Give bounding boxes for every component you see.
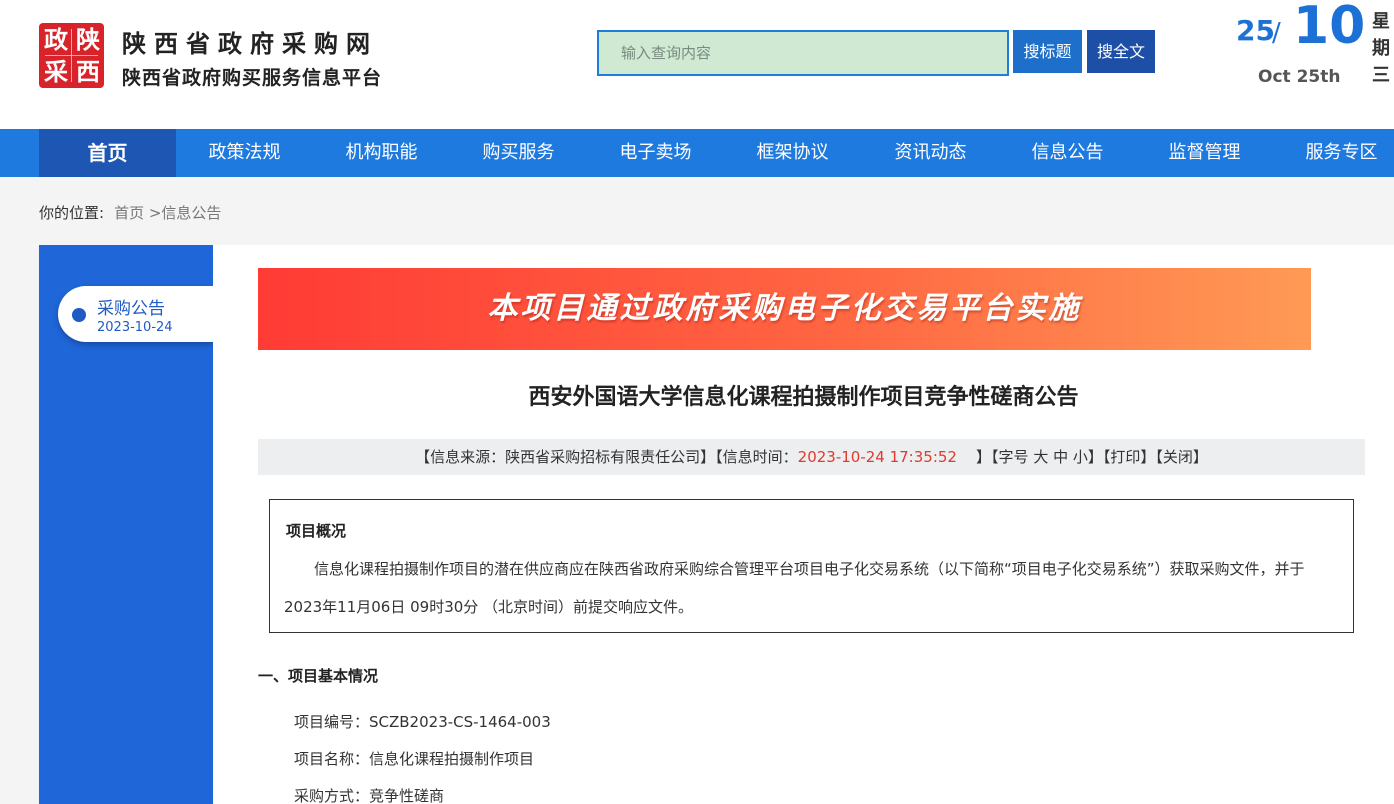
search-input[interactable] — [599, 32, 1007, 74]
meta-time: 2023-10-24 17:35:52 — [797, 448, 957, 466]
page-title: 西安外国语大学信息化课程拍摄制作项目竞争性磋商公告 — [528, 385, 1079, 410]
section-heading: 一、项目基本情况 — [258, 667, 379, 685]
nav-item-supervision[interactable]: 监督管理 — [1136, 129, 1273, 177]
logo-char: 采 — [44, 58, 68, 86]
sidebar-item-label: 采购公告 — [97, 299, 165, 319]
nav-item-service-zone[interactable]: 服务专区 — [1273, 129, 1394, 177]
sidebar-item-date: 2023-10-24 — [97, 320, 173, 335]
date-separator: / — [1272, 18, 1281, 48]
summary-heading: 项目概况 — [286, 522, 347, 540]
bullet-dot-icon — [72, 308, 86, 322]
nav-item-home[interactable]: 首页 — [39, 129, 176, 177]
nav-item-announcements[interactable]: 信息公告 — [999, 129, 1136, 177]
search-box — [597, 30, 1009, 76]
search-fulltext-button[interactable]: 搜全文 — [1087, 30, 1155, 73]
date-month: 10 — [1293, 0, 1366, 56]
nav-item-e-mall[interactable]: 电子卖场 — [587, 129, 724, 177]
site-title: 陕西省政府采购网 — [122, 30, 378, 58]
article-meta-bar: 【信息来源：陕西省采购招标有限责任公司】【信息时间：2023-10-24 17:… — [258, 439, 1365, 475]
banner-text: 本项目通过政府采购电子化交易平台实施 — [487, 291, 1082, 326]
nav-item-policy[interactable]: 政策法规 — [176, 129, 313, 177]
date-english: Oct 25th — [1258, 67, 1341, 87]
banner-image: 本项目通过政府采购电子化交易平台实施 — [258, 268, 1311, 350]
site-logo[interactable]: 政 陕 采 西 — [39, 23, 104, 88]
date-weekday: 星期三 — [1372, 11, 1390, 86]
site-header: 政 陕 采 西 陕西省政府采购网 陕西省政府购买服务信息平台 搜标题 搜全文 2… — [0, 0, 1394, 129]
meta-source: 【信息来源：陕西省采购招标有限责任公司】【信息时间： — [415, 448, 798, 466]
date-day: 25 — [1236, 14, 1275, 47]
main-nav: 首页 政策法规 机构职能 购买服务 电子卖场 框架协议 资讯动态 信息公告 监督… — [0, 129, 1394, 177]
breadcrumb: 你的位置: 首页 >信息公告 — [39, 202, 221, 223]
nav-item-news[interactable]: 资讯动态 — [862, 129, 999, 177]
article-content: 本项目通过政府采购电子化交易平台实施 西安外国语大学信息化课程拍摄制作项目竞争性… — [213, 245, 1394, 804]
search-title-button[interactable]: 搜标题 — [1013, 30, 1082, 73]
sidebar-item-procurement-notice[interactable]: 采购公告 2023-10-24 — [58, 286, 213, 342]
breadcrumb-label: 你的位置: — [39, 204, 105, 222]
nav-item-framework[interactable]: 框架协议 — [724, 129, 861, 177]
logo-divider — [45, 55, 98, 56]
logo-char: 陕 — [76, 26, 100, 54]
nav-item-institutions[interactable]: 机构职能 — [313, 129, 450, 177]
info-row-project-name: 项目名称：信息化课程拍摄制作项目 — [294, 750, 535, 768]
logo-char: 政 — [44, 26, 68, 54]
summary-text: 信息化课程拍摄制作项目的潜在供应商应在陕西省政府采购综合管理平台项目电子化交易系… — [284, 560, 1305, 616]
nav-item-purchase-service[interactable]: 购买服务 — [450, 129, 587, 177]
logo-char: 西 — [76, 58, 100, 86]
info-row-project-number: 项目编号：SCZB2023-CS-1464-003 — [294, 713, 551, 731]
breadcrumb-path[interactable]: 首页 >信息公告 — [114, 204, 221, 222]
site-subtitle: 陕西省政府购买服务信息平台 — [122, 67, 383, 89]
meta-tools[interactable]: 】【字号 大 中 小】【打印】【关闭】 — [976, 448, 1208, 466]
project-summary-box: 项目概况 信息化课程拍摄制作项目的潜在供应商应在陕西省政府采购综合管理平台项目电… — [269, 499, 1354, 633]
info-row-procurement-method: 采购方式：竞争性磋商 — [294, 787, 445, 804]
